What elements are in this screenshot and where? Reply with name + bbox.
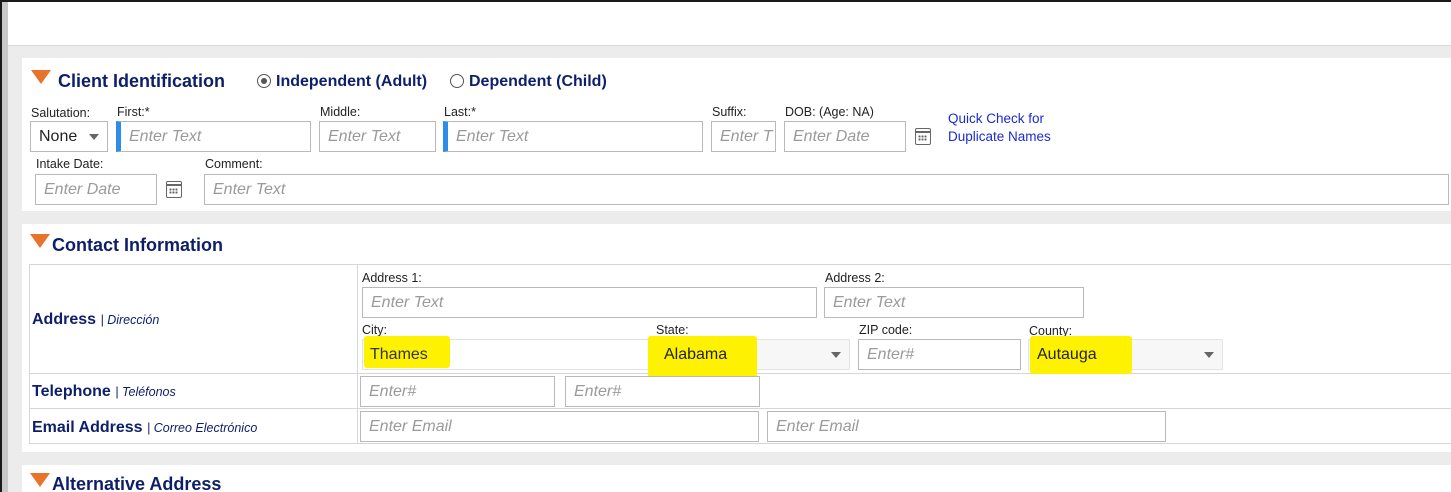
section-title-client-identification: Client Identification <box>58 71 226 91</box>
radio-label-independent: Independent (Adult) <box>276 73 428 90</box>
address-sub-label: | Dirección <box>100 313 160 327</box>
top-bar <box>2 2 1451 46</box>
intake-date-label: Intake Date: <box>36 157 104 171</box>
table-row-divider <box>29 408 1451 409</box>
city-value: Thames <box>370 346 428 363</box>
address2-label: Address 2: <box>825 271 885 285</box>
radio-independent-adult[interactable] <box>257 74 271 88</box>
email-row-label: Email Address | Correo Electrónico <box>32 419 257 437</box>
chevron-down-icon <box>89 134 99 140</box>
suffix-label: Suffix: <box>712 105 747 119</box>
address-row-label: Address | Dirección <box>32 311 159 329</box>
comment-label: Comment: <box>205 157 263 171</box>
quick-check-line1: Quick Check for <box>948 111 1045 126</box>
phone1-input[interactable]: Enter# <box>360 376 555 407</box>
collapse-triangle-icon[interactable] <box>31 70 51 84</box>
table-border-left <box>29 264 30 444</box>
county-value: Autauga <box>1037 346 1097 363</box>
zip-code-input[interactable]: Enter# <box>858 339 1021 370</box>
comment-input[interactable]: Enter Text <box>204 174 1449 205</box>
quick-check-duplicate-names-link[interactable]: Quick Check for Duplicate Names <box>948 110 1051 146</box>
collapse-triangle-icon[interactable] <box>30 234 50 248</box>
city-label: City: <box>362 323 387 337</box>
email-label: Email Address <box>32 419 143 436</box>
middle-name-input[interactable]: Enter Text <box>319 121 436 152</box>
state-label: State: <box>656 323 689 337</box>
zip-code-label: ZIP code: <box>859 323 913 337</box>
radio-label-dependent: Dependent (Child) <box>469 73 607 90</box>
dob-label: DOB: (Age: NA) <box>785 105 874 119</box>
telephone-label: Telephone <box>32 383 111 400</box>
table-border-top <box>29 264 1451 265</box>
state-value: Alabama <box>664 346 728 363</box>
section-title-alternative-address: Alternative Address <box>52 474 222 492</box>
address1-label: Address 1: <box>362 271 422 285</box>
email2-input[interactable]: Enter Email <box>767 411 1166 442</box>
middle-name-label: Middle: <box>320 105 361 119</box>
table-border-bottom <box>29 443 1451 444</box>
first-name-input[interactable]: Enter Text <box>116 121 311 152</box>
radio-dependent-child[interactable] <box>450 74 464 88</box>
address-label: Address <box>32 311 97 328</box>
telephone-sub-label: | Teléfonos <box>115 385 176 399</box>
chevron-down-icon <box>831 352 841 358</box>
phone2-input[interactable]: Enter# <box>565 376 760 407</box>
first-name-label: First:* <box>117 105 150 119</box>
telephone-row-label: Telephone | Teléfonos <box>32 383 176 401</box>
section-title-contact-information: Contact Information <box>52 235 223 255</box>
collapse-triangle-icon[interactable] <box>30 473 50 487</box>
last-name-label: Last:* <box>444 105 476 119</box>
alternative-address-panel <box>22 465 1451 492</box>
salutation-select[interactable]: None <box>30 121 108 152</box>
salutation-value: None <box>39 128 78 145</box>
address1-input[interactable]: Enter Text <box>362 287 817 318</box>
calendar-icon[interactable] <box>915 128 931 145</box>
last-name-input[interactable]: Enter Text <box>443 121 703 152</box>
email1-input[interactable]: Enter Email <box>360 411 759 442</box>
address2-input[interactable]: Enter Text <box>824 287 1084 318</box>
chevron-down-icon <box>1204 352 1214 358</box>
suffix-input[interactable]: Enter T <box>711 121 776 152</box>
quick-check-line2: Duplicate Names <box>948 129 1051 144</box>
salutation-label: Salutation: <box>31 106 91 120</box>
intake-date-input[interactable]: Enter Date <box>35 174 157 205</box>
calendar-icon[interactable] <box>166 181 182 198</box>
dob-input[interactable]: Enter Date <box>784 121 906 152</box>
table-column-divider <box>357 264 358 444</box>
email-sub-label: | Correo Electrónico <box>147 421 258 435</box>
